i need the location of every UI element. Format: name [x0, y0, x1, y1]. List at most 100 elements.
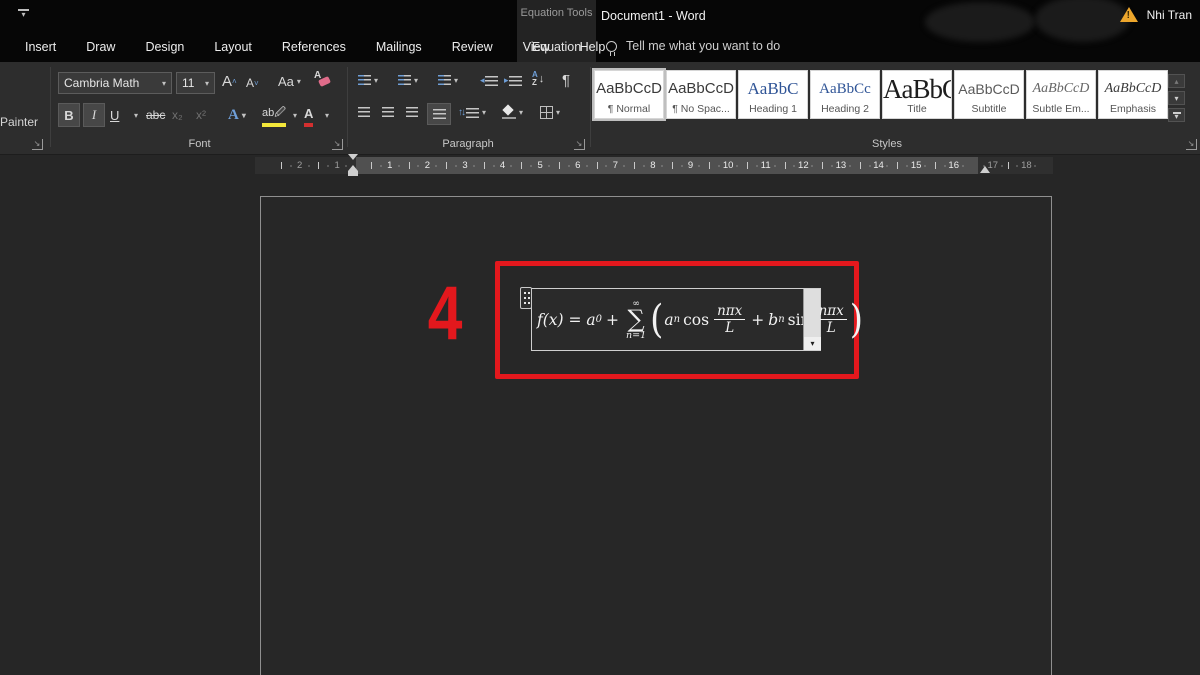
tell-me-box[interactable]: Tell me what you want to do	[606, 39, 780, 53]
decorative-blob	[925, 2, 1035, 42]
ruler-number: 10	[709, 157, 747, 174]
style-preview: AaBbCcD	[1099, 76, 1167, 102]
style-card-heading1[interactable]: AaBbC Heading 1	[738, 70, 808, 119]
underline-dropdown[interactable]: ▾	[131, 103, 138, 127]
style-card-subtle-emphasis[interactable]: AaBbCcD Subtle Em...	[1026, 70, 1096, 119]
chevron-down-icon: ▾	[519, 108, 523, 117]
align-center-button[interactable]	[382, 107, 394, 117]
align-right-button[interactable]	[406, 107, 418, 117]
sort-button[interactable]: AZ ↓	[532, 71, 544, 87]
style-label: ¶ No Spac...	[667, 103, 735, 115]
title-bar: ▾ Equation Tools Equation Document1 - Wo…	[0, 0, 1200, 62]
quick-access-customize-icon[interactable]: ▾	[18, 9, 29, 19]
multilevel-list-button[interactable]: ▾	[438, 75, 458, 85]
tab-insert[interactable]: Insert	[10, 40, 71, 54]
tab-references[interactable]: References	[267, 40, 361, 54]
decrease-indent-button[interactable]: ◂	[480, 75, 498, 86]
bullet-list-button[interactable]: ▾	[358, 75, 378, 85]
user-name: Nhi Tran	[1147, 8, 1192, 22]
styles-scroll-up-button[interactable]: ▴	[1168, 74, 1185, 88]
line-spacing-button[interactable]: ↑↓ ▾	[458, 107, 486, 118]
document-title: Document1 - Word	[601, 9, 706, 23]
paragraph-dialog-launcher[interactable]: ↘	[574, 139, 585, 150]
equation-content[interactable]: f(x) = a0 + ∞ ∑ n=1 ( an cos nπx L + bn …	[532, 289, 802, 350]
style-card-no-spacing[interactable]: AaBbCcD ¶ No Spac...	[666, 70, 736, 119]
ruler-number: 15	[897, 157, 935, 174]
ruler-number: 3	[446, 157, 484, 174]
styles-more-button[interactable]: ▾	[1168, 108, 1185, 122]
style-preview: AaBbCcD	[667, 76, 735, 102]
style-card-normal[interactable]: AaBbCcD ¶ Normal	[594, 70, 664, 119]
left-indent-marker[interactable]	[348, 154, 358, 177]
style-label: Title	[883, 103, 951, 115]
equation-options-strip[interactable]: ▾	[803, 289, 820, 350]
horizontal-ruler[interactable]: 21 12345678910111213141516 1718	[255, 157, 1053, 174]
font-dialog-launcher[interactable]: ↘	[332, 139, 343, 150]
justify-button[interactable]	[427, 103, 451, 125]
ruler-number: 18	[1008, 157, 1046, 174]
borders-grid-icon	[540, 106, 553, 119]
increase-indent-button[interactable]: ▸	[504, 75, 522, 86]
account-area[interactable]: ! Nhi Tran	[1120, 7, 1192, 22]
chevron-down-icon: ▾	[414, 76, 418, 85]
clear-formatting-button[interactable]	[314, 72, 330, 86]
style-card-subtitle[interactable]: AaBbCcD Subtitle	[954, 70, 1024, 119]
subscript-button[interactable]: x₂	[172, 103, 183, 127]
style-card-emphasis[interactable]: AaBbCcD Emphasis	[1098, 70, 1168, 119]
font-size-combobox[interactable]: 11 ▾	[176, 72, 215, 94]
numbered-list-button[interactable]: ▾	[398, 75, 418, 85]
superscript-button[interactable]: x²	[196, 103, 206, 127]
align-left-icon	[358, 107, 370, 117]
align-center-icon	[382, 107, 394, 117]
align-left-button[interactable]	[358, 107, 370, 117]
equation-object[interactable]: f(x) = a0 + ∞ ∑ n=1 ( an cos nπx L + bn …	[531, 288, 821, 351]
ruler-text-area: 12345678910111213141516	[356, 157, 978, 174]
chevron-down-icon: ▾	[325, 111, 329, 120]
tab-view[interactable]: View	[508, 40, 565, 54]
text-effects-button[interactable]: A ▾	[228, 103, 246, 127]
tab-draw[interactable]: Draw	[71, 40, 130, 54]
borders-button[interactable]: ▾	[540, 106, 560, 119]
tab-review[interactable]: Review	[437, 40, 508, 54]
show-hide-pilcrow-button[interactable]: ¶	[562, 72, 570, 89]
tab-mailings[interactable]: Mailings	[361, 40, 437, 54]
equation-move-handle-icon[interactable]	[520, 287, 532, 309]
highlight-color-button[interactable]: ab🖉	[262, 103, 286, 127]
underline-button[interactable]: U	[110, 103, 119, 127]
right-indent-marker[interactable]	[980, 166, 990, 173]
font-color-dropdown[interactable]: ▾	[322, 103, 329, 127]
ruler-number: 12	[785, 157, 823, 174]
outdent-icon	[485, 76, 498, 86]
bold-button[interactable]: B	[58, 103, 80, 127]
change-case-button[interactable]: Aa ▾	[278, 74, 301, 89]
group-separator	[347, 67, 348, 147]
styles-group-label: Styles	[592, 138, 1182, 150]
strikethrough-button[interactable]: abc	[146, 103, 165, 127]
clipboard-dialog-launcher[interactable]: ↘	[32, 139, 43, 150]
font-color-button[interactable]: A	[304, 103, 313, 127]
styles-scroll-down-button[interactable]: ▾	[1168, 91, 1185, 105]
ruler-number: 1	[371, 157, 409, 174]
equation-dropdown-arrow-icon[interactable]: ▾	[804, 337, 821, 350]
font-name-combobox[interactable]: Cambria Math ▾	[58, 72, 172, 94]
shrink-font-button[interactable]: A˅	[246, 76, 259, 90]
tab-layout[interactable]: Layout	[199, 40, 267, 54]
style-card-title[interactable]: AaBbCcD Title	[882, 70, 952, 119]
italic-button[interactable]: I	[83, 103, 105, 127]
style-label: Subtitle	[955, 103, 1023, 115]
chevron-down-icon: ▾	[556, 108, 560, 117]
font-size-value: 11	[182, 76, 194, 90]
format-painter-button[interactable]: Painter	[0, 115, 38, 129]
group-separator	[590, 67, 591, 147]
style-card-heading2[interactable]: AaBbCc Heading 2	[810, 70, 880, 119]
fraction: nπx L	[714, 304, 745, 335]
tell-me-label: Tell me what you want to do	[626, 39, 780, 53]
tab-design[interactable]: Design	[130, 40, 199, 54]
grow-font-button[interactable]: A˄	[222, 73, 237, 90]
shading-button[interactable]: ▾	[502, 106, 523, 119]
highlight-dropdown[interactable]: ▾	[290, 103, 297, 127]
chevron-down-icon: ▾	[297, 77, 301, 86]
ruler-number: 2	[281, 157, 319, 174]
paragraph-group-label: Paragraph	[348, 138, 588, 150]
styles-dialog-launcher[interactable]: ↘	[1186, 139, 1197, 150]
